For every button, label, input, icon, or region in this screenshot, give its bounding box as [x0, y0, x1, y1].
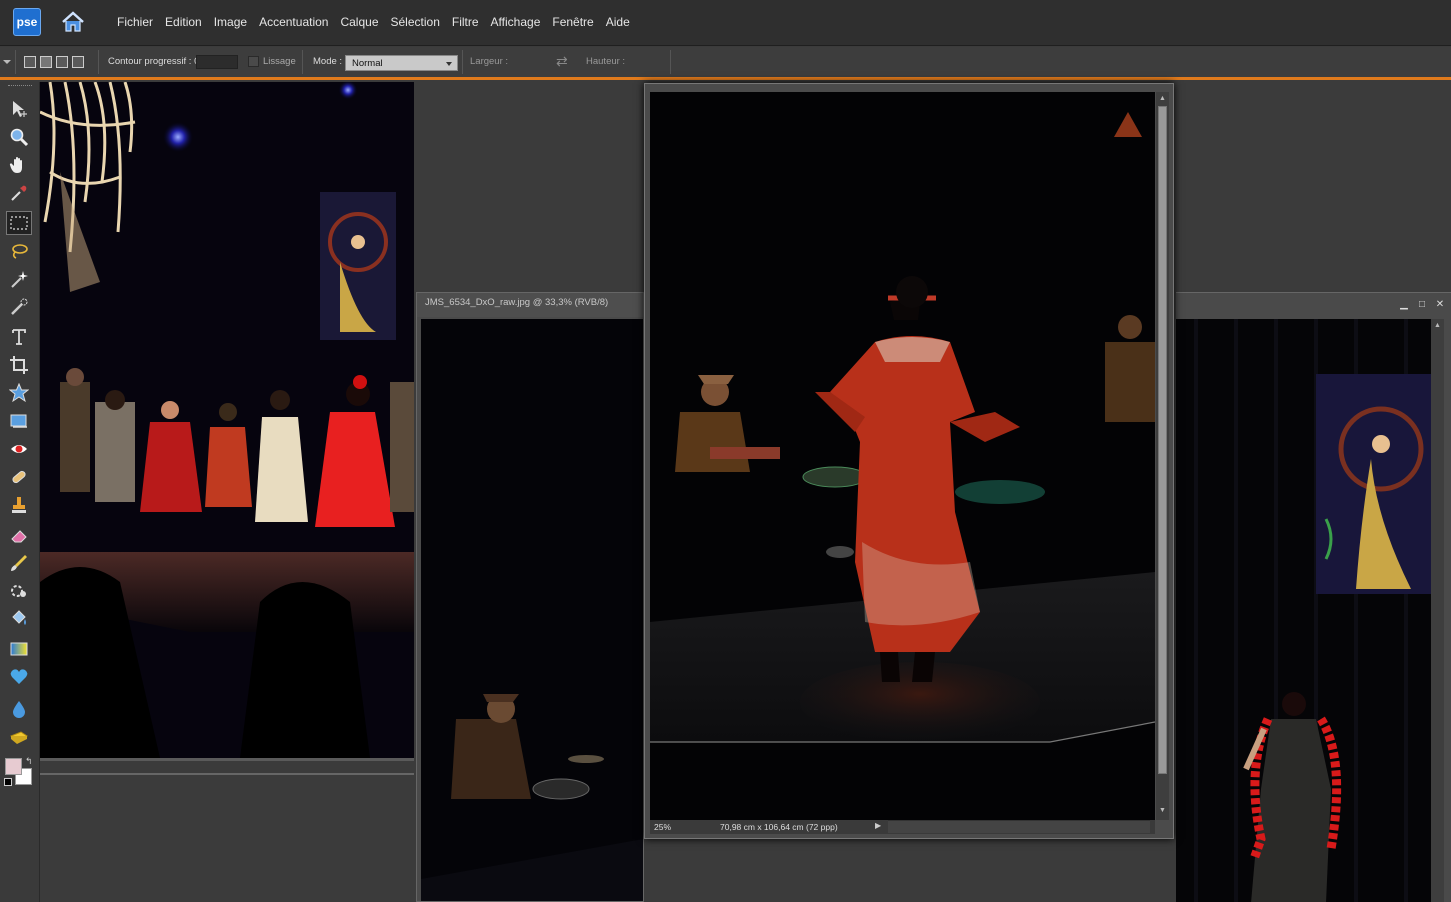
swap-colors-icon[interactable]: ↰: [25, 756, 33, 767]
mode-select[interactable]: Normal: [345, 55, 458, 71]
hand-tool-icon[interactable]: [6, 153, 32, 177]
document-dimensions: 70,98 cm x 106,64 cm (72 ppp): [720, 822, 838, 832]
menu-filtre[interactable]: Filtre: [446, 15, 485, 29]
antialias-checkbox[interactable]: [248, 56, 259, 67]
menu-image[interactable]: Image: [208, 15, 253, 29]
eyedropper-tool-icon[interactable]: [6, 181, 32, 205]
feather-input[interactable]: [196, 55, 238, 69]
zoom-tool-icon[interactable]: [6, 125, 32, 149]
divider: [40, 773, 414, 775]
menu-accentuation[interactable]: Accentuation: [253, 15, 334, 29]
menu-bar: pse Fichier Edition Image Accentuation C…: [0, 0, 1451, 46]
divider: [302, 50, 303, 74]
clone-stamp-tool-icon[interactable]: [6, 493, 32, 517]
toolbox-grip[interactable]: [8, 85, 32, 87]
menu-fichier[interactable]: Fichier: [111, 15, 159, 29]
crop-tool-icon[interactable]: [6, 353, 32, 377]
eraser-tool-icon[interactable]: [6, 523, 32, 547]
document-canvas-drummer[interactable]: [421, 319, 643, 901]
tool-options-bar: Contour progressif : 0 px Lissage Mode :…: [0, 47, 1451, 80]
horizontal-scrollbar[interactable]: [888, 820, 1150, 833]
magic-wand-tool-icon[interactable]: [6, 267, 32, 291]
brush-tool-icon[interactable]: [6, 551, 32, 575]
document-canvas-red-dress-dancer[interactable]: [650, 92, 1155, 820]
intersect-selection-icon[interactable]: [72, 56, 84, 68]
smart-brush-tool-icon[interactable]: [6, 579, 32, 603]
antialias-label: Lissage: [263, 56, 296, 67]
blur-tool-icon[interactable]: [6, 697, 32, 721]
default-colors-icon[interactable]: [4, 778, 12, 786]
vertical-scrollbar[interactable]: ▲ ▼: [1156, 92, 1169, 820]
status-bar: 25% 70,98 cm x 106,64 cm (72 ppp) ▶: [650, 820, 1155, 834]
document-window-jms6534[interactable]: JMS_6534_DxO_raw.jpg @ 33,3% (RVB/8): [416, 292, 644, 902]
scroll-up-icon[interactable]: ▲: [1433, 321, 1442, 330]
lasso-tool-icon[interactable]: [6, 239, 32, 263]
sponge-tool-icon[interactable]: [6, 725, 32, 749]
menu-selection[interactable]: Sélection: [385, 15, 446, 29]
divider: [98, 50, 99, 74]
width-label: Largeur :: [470, 56, 509, 67]
document-canvas-dancers[interactable]: [40, 82, 414, 758]
document-titlebar[interactable]: ▁ □ ✕: [1176, 293, 1451, 317]
scrollbar-thumb[interactable]: [1158, 106, 1167, 774]
menu-affichage[interactable]: Affichage: [485, 15, 547, 29]
divider: [15, 50, 16, 74]
document-panel-empty: [40, 758, 414, 902]
menu-aide[interactable]: Aide: [600, 15, 636, 29]
chevron-down-icon: [446, 62, 452, 66]
add-selection-icon[interactable]: [40, 56, 52, 68]
mode-label: Mode :: [313, 56, 343, 67]
foreground-color-swatch[interactable]: [5, 758, 22, 775]
height-label: Hauteur :: [586, 56, 626, 67]
swap-dimensions-icon[interactable]: ⇄: [556, 53, 574, 69]
paint-bucket-tool-icon[interactable]: [6, 607, 32, 631]
new-selection-icon[interactable]: [24, 56, 36, 68]
divider: [462, 50, 463, 74]
main-menu: Fichier Edition Image Accentuation Calqu…: [111, 15, 636, 29]
divider: [670, 50, 671, 74]
shape-tool-icon[interactable]: [6, 665, 32, 689]
close-icon[interactable]: ✕: [1434, 299, 1446, 311]
cookie-cutter-tool-icon[interactable]: [6, 381, 32, 405]
home-icon[interactable]: [60, 10, 86, 34]
type-tool-icon[interactable]: [6, 325, 32, 349]
accent-strip: [0, 77, 1451, 80]
healing-brush-tool-icon[interactable]: [6, 465, 32, 489]
mode-value: Normal: [352, 58, 383, 69]
rectangular-marquee-tool-icon[interactable]: [6, 211, 32, 235]
tool-preset-dropdown-icon[interactable]: [3, 60, 11, 64]
maximize-icon[interactable]: □: [1416, 299, 1428, 311]
subtract-selection-icon[interactable]: [56, 56, 68, 68]
document-window-active[interactable]: ▲ ▼ 25% 70,98 cm x 106,64 cm (72 ppp) ▶: [644, 83, 1174, 839]
document-canvas-singer[interactable]: [1176, 319, 1431, 902]
toolbox: ↰: [0, 82, 40, 902]
move-tool-icon[interactable]: [6, 97, 32, 121]
gradient-tool-icon[interactable]: [6, 637, 32, 661]
document-title[interactable]: JMS_6534_DxO_raw.jpg @ 33,3% (RVB/8): [417, 293, 643, 317]
straighten-tool-icon[interactable]: [6, 409, 32, 433]
menu-edition[interactable]: Edition: [159, 15, 208, 29]
status-menu-arrow-icon[interactable]: ▶: [875, 821, 881, 830]
menu-calque[interactable]: Calque: [334, 15, 384, 29]
menu-fenetre[interactable]: Fenêtre: [546, 15, 599, 29]
vertical-scrollbar[interactable]: ▲: [1431, 319, 1444, 902]
app-logo: pse: [13, 8, 41, 36]
scroll-up-icon[interactable]: ▲: [1158, 94, 1167, 103]
quick-selection-tool-icon[interactable]: [6, 295, 32, 319]
red-eye-tool-icon[interactable]: [6, 437, 32, 461]
zoom-level[interactable]: 25%: [654, 822, 671, 832]
scroll-down-icon[interactable]: ▼: [1158, 806, 1167, 815]
document-window-singer[interactable]: ▁ □ ✕ ▲: [1176, 292, 1451, 902]
minimize-icon[interactable]: ▁: [1398, 299, 1410, 311]
